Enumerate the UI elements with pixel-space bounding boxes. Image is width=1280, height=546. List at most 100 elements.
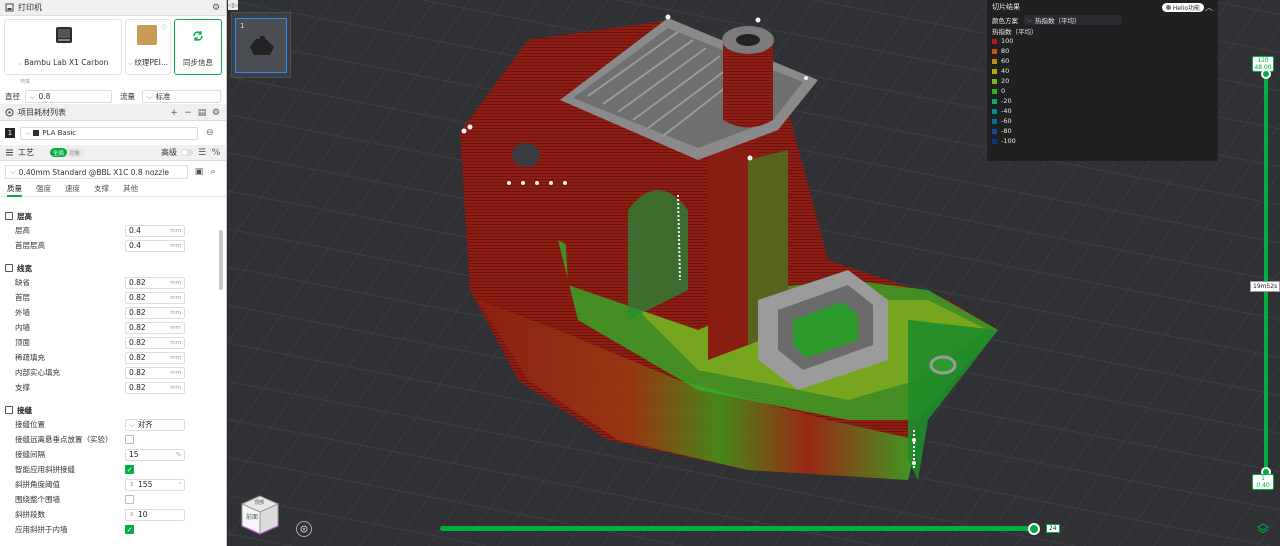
collapse-legend-icon[interactable]: ︿	[1205, 2, 1213, 13]
slice-result-legend: 切片结果 Helio功能 ︿ 颜色方案 ⌵ 热指数（平均） 热指数（平均） 100…	[987, 0, 1218, 161]
scarf-around-checkbox[interactable]	[125, 495, 134, 504]
first-layer-height-input[interactable]: 0.4 mm	[125, 239, 185, 252]
scheme-label: 颜色方案	[992, 17, 1018, 25]
setting-row: 内墙 0.82 mm	[0, 320, 218, 335]
smart-scarf-checkbox[interactable]: ✓	[125, 465, 134, 474]
tab-strength[interactable]: 强度	[36, 183, 51, 197]
tab-support[interactable]: 支撑	[94, 183, 109, 197]
percent-icon[interactable]: %	[211, 148, 221, 158]
layer-height-input[interactable]: 0.4 mm	[125, 224, 185, 237]
advanced-label: 高级	[161, 148, 177, 157]
camera-reset-icon[interactable]	[296, 521, 312, 537]
line-width-sparse-infill-input[interactable]: 0.82 mm	[125, 351, 185, 364]
tab-speed[interactable]: 速度	[65, 183, 80, 197]
plate-thumbnail-icon	[137, 25, 157, 45]
filament-select[interactable]: ⌵ PLA Basic	[20, 126, 198, 140]
plate-card[interactable]: ⓘ ⌵ 纹理PEI...	[125, 19, 171, 75]
search-icon[interactable]: ⌕	[208, 167, 218, 177]
diameter-label: 直径	[5, 92, 20, 101]
settings-list: 层高 层高 0.4 mm 首层层高 0.4 mm 线宽 缺省 0.82 mm 首层 0.82 m…	[0, 206, 218, 546]
printer-settings-gear-icon[interactable]: ⚙	[211, 3, 221, 13]
nozzle-caption: 喷嘴	[20, 79, 31, 85]
printer-section-header: 打印机 ⚙	[0, 0, 226, 16]
diameter-select[interactable]: ⌵ 0.8	[24, 90, 112, 103]
settings-scrollbar[interactable]	[219, 230, 223, 290]
sync-button[interactable]: 同步信息	[174, 19, 222, 75]
plate-name: ⌵ 纹理PEI...	[127, 58, 169, 67]
seam-overhang-checkbox[interactable]	[125, 435, 134, 444]
group-seam: 接缝	[0, 403, 218, 417]
legend-swatch	[992, 38, 997, 44]
move-slider-track[interactable]	[440, 526, 1040, 531]
toggle-global[interactable]: 全局	[50, 148, 68, 157]
remove-filament-icon[interactable]: −	[183, 108, 193, 118]
move-slider-handle[interactable]	[1028, 523, 1040, 535]
line-width-default-input[interactable]: 0.82 mm	[125, 276, 185, 289]
seam-position-select[interactable]: ⌵ 对齐	[125, 418, 185, 431]
filament-color-swatch	[33, 130, 40, 136]
legend-label: 60	[1001, 57, 1010, 65]
legend-header: 切片结果 Helio功能 ︿	[987, 0, 1218, 14]
legend-swatch	[992, 118, 997, 124]
flow-label: 流量	[119, 92, 135, 101]
filament-index[interactable]: 1	[5, 128, 15, 138]
scheme-row: 颜色方案 ⌵ 热指数（平均）	[987, 14, 1218, 26]
line-width-internal-solid-input[interactable]: 0.82 mm	[125, 366, 185, 379]
filament-remove-icon[interactable]: ⊖	[206, 128, 214, 138]
setting-row: 首层 0.82 mm	[0, 290, 218, 305]
tab-quality[interactable]: 质量	[7, 183, 22, 197]
filament-section-header: 项目耗材列表 + − ▤ ⚙	[0, 105, 226, 121]
plate-thumbnail-selected[interactable]: 1	[235, 18, 287, 73]
move-slider[interactable]: 24	[440, 523, 1060, 535]
plate-thumbnail[interactable]: 1	[231, 12, 291, 78]
filament-edit-icon[interactable]: ▤	[197, 108, 207, 118]
3d-viewport[interactable]: ◁▷ 1 切片结果 Helio功能 ︿ 颜色方案 ⌵ 热指数（平均） 热指数（平均…	[228, 0, 1280, 546]
line-width-top-surface-input[interactable]: 0.82 mm	[125, 336, 185, 349]
helio-toggle[interactable]: Helio功能	[1161, 2, 1204, 12]
line-width-outer-wall-input[interactable]: 0.82 mm	[125, 306, 185, 319]
setting-row: 接缝远离悬垂点放置（实验）	[0, 432, 218, 447]
move-slider-value: 24	[1046, 524, 1060, 533]
setting-row: 支撑 0.82 mm	[0, 380, 218, 395]
scarf-angle-stepper[interactable]: ⇕ 155 °	[125, 478, 185, 491]
process-preset-select[interactable]: ⌵ 0.40mm Standard @BBL X1C 0.8 nozzle	[5, 165, 188, 179]
collapse-panel-button[interactable]: ◁▷	[228, 0, 238, 10]
toggle-object[interactable]: 对象	[67, 149, 82, 157]
line-width-inner-wall-input[interactable]: 0.82 mm	[125, 321, 185, 334]
view-cube[interactable]: 顶部 前面	[236, 488, 282, 540]
legend-label: -60	[1001, 117, 1012, 125]
filament-settings-gear-icon[interactable]: ⚙	[211, 108, 221, 118]
scarf-steps-stepper[interactable]: ⇕ 10	[125, 508, 185, 521]
compare-icon[interactable]: ☰	[197, 148, 207, 158]
layer-top-handle[interactable]	[1261, 69, 1271, 79]
printer-card[interactable]: ⌵ Bambu Lab X1 Carbon	[4, 19, 122, 75]
legend-item: 60	[987, 56, 1218, 66]
legend-item: -100	[987, 136, 1218, 146]
setting-row: 外墙 0.82 mm	[0, 305, 218, 320]
tab-others[interactable]: 其他	[123, 183, 138, 197]
line-width-first-layer-input[interactable]: 0.82 mm	[125, 291, 185, 304]
setting-row: 斜拼段数 ⇕ 10	[0, 507, 218, 522]
setting-row: 缺省 0.82 mm	[0, 275, 218, 290]
layers-icon[interactable]	[1256, 522, 1270, 536]
helio-dot-icon	[1165, 4, 1171, 10]
layer-slider[interactable]: 120 48.00 1 0.40	[1252, 56, 1274, 490]
legend-swatch	[992, 88, 997, 94]
info-icon[interactable]: ⓘ	[161, 23, 167, 32]
advanced-switch[interactable]	[181, 149, 193, 156]
global-object-toggle[interactable]: 全局 对象	[50, 148, 84, 157]
save-preset-icon[interactable]: ▣	[194, 167, 204, 177]
seam-gap-input[interactable]: 15%	[125, 448, 185, 461]
line-width-support-input[interactable]: 0.82 mm	[125, 381, 185, 394]
scheme-select[interactable]: ⌵ 热指数（平均）	[1024, 15, 1122, 25]
setting-row: 智能应用斜拼接缝 ✓	[15, 465, 134, 474]
legend-label: 80	[1001, 47, 1010, 55]
sync-label: 同步信息	[183, 58, 213, 67]
scarf-inner-checkbox[interactable]: ✓	[125, 525, 134, 534]
legend-item: -80	[987, 126, 1218, 136]
add-filament-icon[interactable]: +	[169, 108, 179, 118]
setting-row: 稀疏填充 0.82 mm	[0, 350, 218, 365]
legend-item: 20	[987, 76, 1218, 86]
flow-select[interactable]: ⌵ 标准	[141, 90, 221, 103]
legend-label: 100	[1001, 37, 1014, 45]
